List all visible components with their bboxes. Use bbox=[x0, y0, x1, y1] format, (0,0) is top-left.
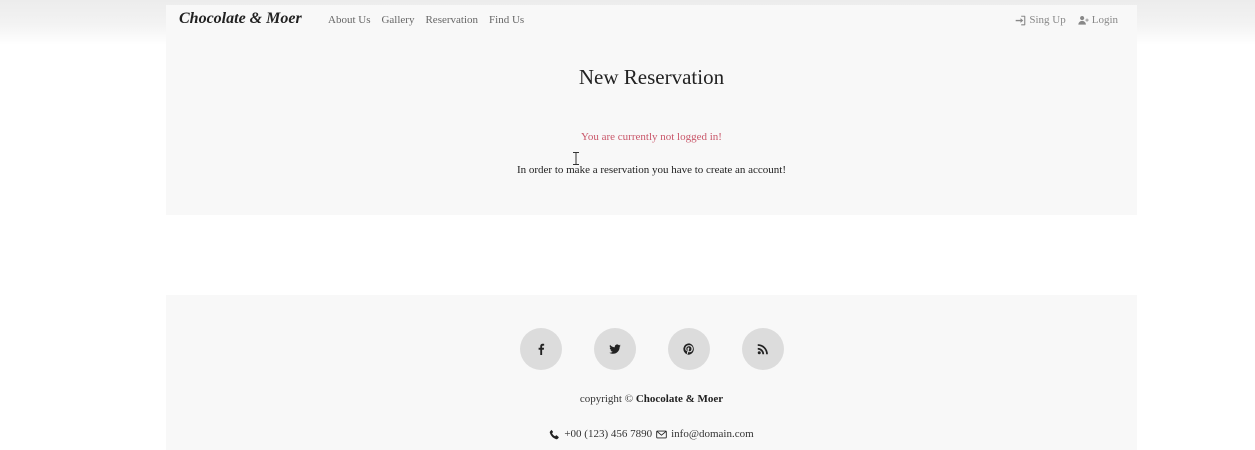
nav-link-gallery[interactable]: Gallery bbox=[381, 14, 414, 26]
copyright-brand: Chocolate & Moer bbox=[635, 393, 724, 405]
copyright-prefix: copyright © bbox=[579, 393, 634, 405]
login-label: Login bbox=[1091, 14, 1118, 26]
brand-logo[interactable]: Chocolate & Moer bbox=[179, 10, 302, 28]
copyright-text: copyright © Chocolate & Moer bbox=[166, 393, 1137, 405]
pinterest-icon bbox=[683, 343, 694, 355]
social-links bbox=[520, 328, 784, 370]
nav-link-reservation[interactable]: Reservation bbox=[425, 14, 478, 26]
nav-links: About Us Gallery Reservation Find Us bbox=[328, 14, 524, 26]
signup-label: Sing Up bbox=[1029, 14, 1066, 26]
email-address[interactable]: info@domain.com bbox=[671, 428, 754, 440]
reservation-panel: New Reservation You are currently not lo… bbox=[166, 37, 1137, 215]
phone-number[interactable]: +00 (123) 456 7890 bbox=[564, 428, 652, 440]
nav-account: Sing Up Login bbox=[1015, 14, 1118, 26]
sign-in-icon bbox=[1016, 15, 1026, 25]
envelope-icon bbox=[656, 430, 667, 438]
phone-icon bbox=[550, 429, 560, 439]
signup-link[interactable]: Sing Up bbox=[1015, 14, 1066, 26]
rss-button[interactable] bbox=[742, 328, 784, 370]
login-warning: You are currently not logged in! bbox=[581, 131, 722, 143]
twitter-button[interactable] bbox=[594, 328, 636, 370]
facebook-icon bbox=[538, 343, 545, 355]
user-plus-icon bbox=[1078, 15, 1089, 25]
twitter-icon bbox=[609, 344, 621, 354]
navbar: Chocolate & Moer About Us Gallery Reserv… bbox=[166, 5, 1137, 37]
account-info-text: In order to make a reservation you have … bbox=[516, 164, 787, 176]
nav-link-about-us[interactable]: About Us bbox=[328, 14, 370, 26]
page-title: New Reservation bbox=[578, 65, 725, 89]
pinterest-button[interactable] bbox=[668, 328, 710, 370]
rss-icon bbox=[757, 344, 768, 355]
footer: copyright © Chocolate & Moer +00 (123) 4… bbox=[166, 295, 1137, 450]
facebook-button[interactable] bbox=[520, 328, 562, 370]
nav-link-find-us[interactable]: Find Us bbox=[489, 14, 524, 26]
contact-info: +00 (123) 456 7890 info@domain.com bbox=[166, 428, 1137, 440]
login-link[interactable]: Login bbox=[1078, 14, 1118, 26]
